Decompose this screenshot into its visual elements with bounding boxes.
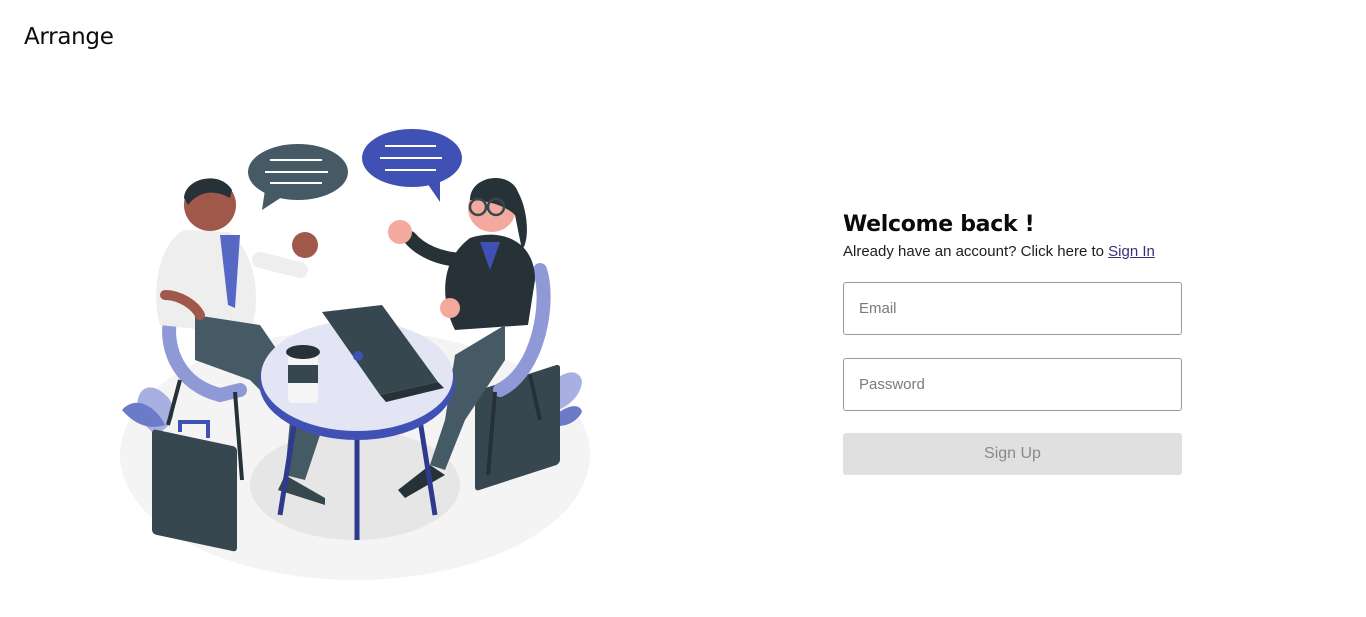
subtitle-text: Already have an account? Click here to [843,243,1104,260]
meeting-illustration [110,120,600,590]
form-title: Welcome back ! [843,212,1035,237]
signup-form: Welcome back ! Already have an account? … [843,212,1182,475]
sign-in-link[interactable]: Sign In [1108,243,1155,260]
password-field[interactable] [843,358,1182,411]
sign-up-button[interactable]: Sign Up [843,433,1182,475]
form-subtitle: Already have an account? Click here to S… [843,243,1182,260]
brand-logo: Arrange [24,24,114,50]
email-field[interactable] [843,282,1182,335]
